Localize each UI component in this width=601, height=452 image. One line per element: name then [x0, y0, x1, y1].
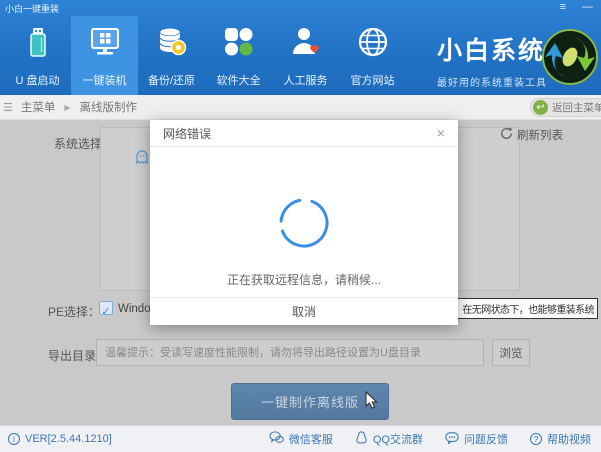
globe-icon — [356, 25, 390, 64]
pe-tooltip: 备，在无网状态下，也能够重装系统 — [440, 298, 598, 319]
network-error-dialog: 网络错误 × 正在获取远程信息，请稍候... 取消 — [150, 120, 458, 325]
monitor-icon — [88, 25, 122, 64]
nav-label: 备份/还原 — [148, 72, 195, 88]
dialog-message: 正在获取远程信息，请稍候... — [150, 271, 458, 288]
help-video-link[interactable]: ? 帮助视频 — [530, 431, 591, 447]
apps-icon — [222, 25, 256, 64]
nav-item-human-service[interactable]: 人工服务 — [272, 16, 339, 95]
person-heart-icon — [289, 25, 323, 64]
ghost-icon — [134, 149, 150, 170]
breadcrumb-current: 离线版制作 — [80, 99, 138, 115]
wechat-icon — [269, 431, 284, 447]
main-nav: U 盘启动 一键装机 备份/还原 软件大全 — [4, 16, 406, 95]
status-link-label: 问题反馈 — [464, 431, 508, 447]
checkmark-icon: ✓ — [101, 306, 110, 318]
nav-item-backup-restore[interactable]: 备份/还原 — [138, 16, 205, 95]
qq-penguin-icon — [355, 431, 368, 447]
pe-checkbox[interactable]: ✓ — [99, 301, 113, 315]
nav-label: 官方网站 — [351, 72, 395, 88]
cancel-button[interactable]: 取消 — [150, 298, 458, 326]
feedback-link[interactable]: 问题反馈 — [445, 431, 508, 447]
info-icon: i — [8, 433, 20, 445]
window-title: 小白一键重装 — [5, 2, 59, 15]
list-menu-icon: ☰ — [3, 101, 13, 114]
help-circle-icon: ? — [530, 433, 542, 445]
usb-drive-icon — [21, 25, 55, 64]
refresh-list-button[interactable]: 刷新列表 — [500, 127, 563, 143]
window-controls: ≡ — — [560, 0, 593, 14]
breadcrumb-root[interactable]: 主菜单 — [21, 99, 56, 115]
mouse-cursor-icon — [362, 391, 380, 414]
menu-icon[interactable]: ≡ — [560, 0, 566, 14]
dialog-title: 网络错误 — [163, 125, 211, 142]
status-link-label: QQ交流群 — [373, 431, 423, 447]
back-arrow-icon: ↩ — [533, 100, 548, 115]
statusbar: i VER[2.5.44.1210] 微信客服 QQ交流群 问题反馈 — [0, 425, 601, 452]
nav-item-official-website[interactable]: 官方网站 — [339, 16, 406, 95]
close-icon[interactable]: × — [437, 125, 445, 141]
minimize-icon[interactable]: — — [582, 0, 593, 14]
brand-tagline: 最好用的系统重装工具 — [437, 74, 547, 89]
version-text: VER[2.5.44.1210] — [25, 433, 112, 445]
back-button-label: 返回主菜单 — [552, 100, 601, 115]
dialog-footer: 取消 — [150, 297, 458, 325]
brand: 小白系统 最好用的系统重装工具 — [437, 31, 547, 89]
back-to-main-menu-button[interactable]: ↩ 返回主菜单 — [530, 98, 601, 117]
brand-logo-icon — [541, 28, 599, 91]
pe-select-label: PE选择： — [48, 303, 100, 320]
qq-group-link[interactable]: QQ交流群 — [355, 431, 423, 447]
nav-label: 软件大全 — [217, 72, 261, 88]
nav-item-one-click-install[interactable]: 一键装机 — [71, 16, 138, 95]
status-links: 微信客服 QQ交流群 问题反馈 ? 帮助视频 — [269, 431, 591, 447]
browse-button[interactable]: 浏览 — [492, 339, 530, 366]
breadcrumb-separator-icon: ▶ — [64, 103, 70, 112]
refresh-label: 刷新列表 — [517, 127, 563, 143]
database-icon — [155, 25, 189, 64]
wechat-service-link[interactable]: 微信客服 — [269, 431, 333, 447]
dialog-header: 网络错误 × — [150, 120, 458, 147]
brand-name: 小白系统 — [437, 31, 547, 67]
nav-label: 人工服务 — [284, 72, 328, 88]
loading-spinner-icon — [150, 197, 458, 254]
export-dir-input[interactable] — [96, 339, 484, 366]
breadcrumb: ☰ 主菜单 ▶ 离线版制作 ↩ 返回主菜单 — [0, 95, 601, 120]
status-link-label: 帮助视频 — [547, 431, 591, 447]
nav-item-software-collection[interactable]: 软件大全 — [205, 16, 272, 95]
nav-label: U 盘启动 — [16, 72, 60, 88]
version-info: i VER[2.5.44.1210] — [8, 433, 112, 445]
nav-label: 一键装机 — [83, 72, 127, 88]
status-link-label: 微信客服 — [289, 431, 333, 447]
feedback-bubble-icon — [445, 432, 459, 447]
nav-item-usb-boot[interactable]: U 盘启动 — [4, 16, 71, 95]
app-window: 小白一键重装 ≡ — U 盘启动 一键装机 备份/还 — [0, 0, 601, 452]
refresh-icon — [500, 127, 513, 143]
header: 小白一键重装 ≡ — U 盘启动 一键装机 备份/还 — [0, 0, 601, 95]
